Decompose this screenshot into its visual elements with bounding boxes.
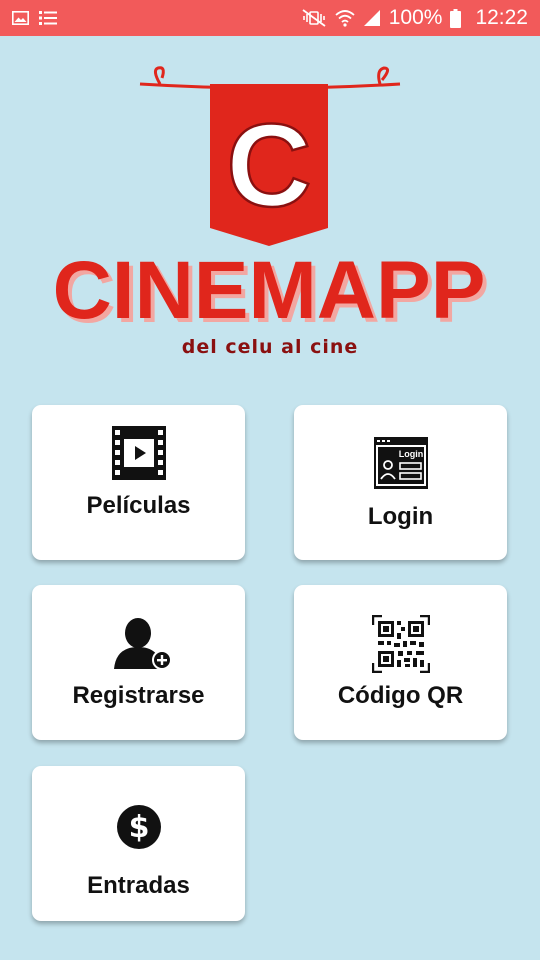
registrarse-button[interactable]: Registrarse bbox=[32, 585, 245, 740]
dollar-coin-icon: $ bbox=[116, 805, 161, 849]
add-user-icon bbox=[113, 618, 172, 670]
wifi-icon bbox=[335, 9, 355, 27]
signal-icon bbox=[363, 9, 381, 27]
battery-percent: 100% bbox=[388, 6, 443, 29]
mute-vibrate-icon bbox=[301, 9, 327, 27]
codigo-qr-label: Código QR bbox=[337, 682, 464, 709]
clock: 12:22 bbox=[475, 6, 528, 29]
status-bar: 100% 12:22 bbox=[0, 0, 540, 36]
registrarse-label: Registrarse bbox=[72, 682, 205, 709]
login-label: Login bbox=[367, 503, 434, 530]
status-left-icons bbox=[12, 10, 67, 26]
peliculas-label: Películas bbox=[86, 492, 191, 519]
banner-rope-curl-right bbox=[377, 66, 389, 85]
entradas-label: Entradas bbox=[87, 872, 190, 899]
logo-tagline: del celu al cine bbox=[181, 336, 359, 358]
entradas-button[interactable]: $ Entradas bbox=[32, 766, 245, 921]
svg-text:Login: Login bbox=[398, 449, 423, 459]
codigo-qr-button[interactable]: Código QR bbox=[294, 585, 507, 740]
svg-text:$: $ bbox=[128, 810, 149, 845]
status-right-icons: 100% 12:22 bbox=[293, 6, 528, 30]
peliculas-button[interactable]: Películas bbox=[32, 405, 245, 560]
login-button[interactable]: Login Login bbox=[294, 405, 507, 560]
logo-letter: C bbox=[226, 100, 311, 232]
image-icon bbox=[12, 11, 29, 25]
logo-wordmark: CINEMAPP bbox=[53, 245, 486, 336]
login-window-icon: Login bbox=[373, 437, 428, 489]
cinemapp-logo: C CINEMAPP CINEMAPP del celu al cine bbox=[0, 60, 540, 370]
banner-rope-curl-left bbox=[153, 66, 165, 85]
film-play-icon bbox=[111, 426, 166, 480]
list-icon bbox=[39, 10, 57, 26]
battery-icon bbox=[450, 8, 462, 28]
qr-code-icon bbox=[371, 615, 430, 673]
